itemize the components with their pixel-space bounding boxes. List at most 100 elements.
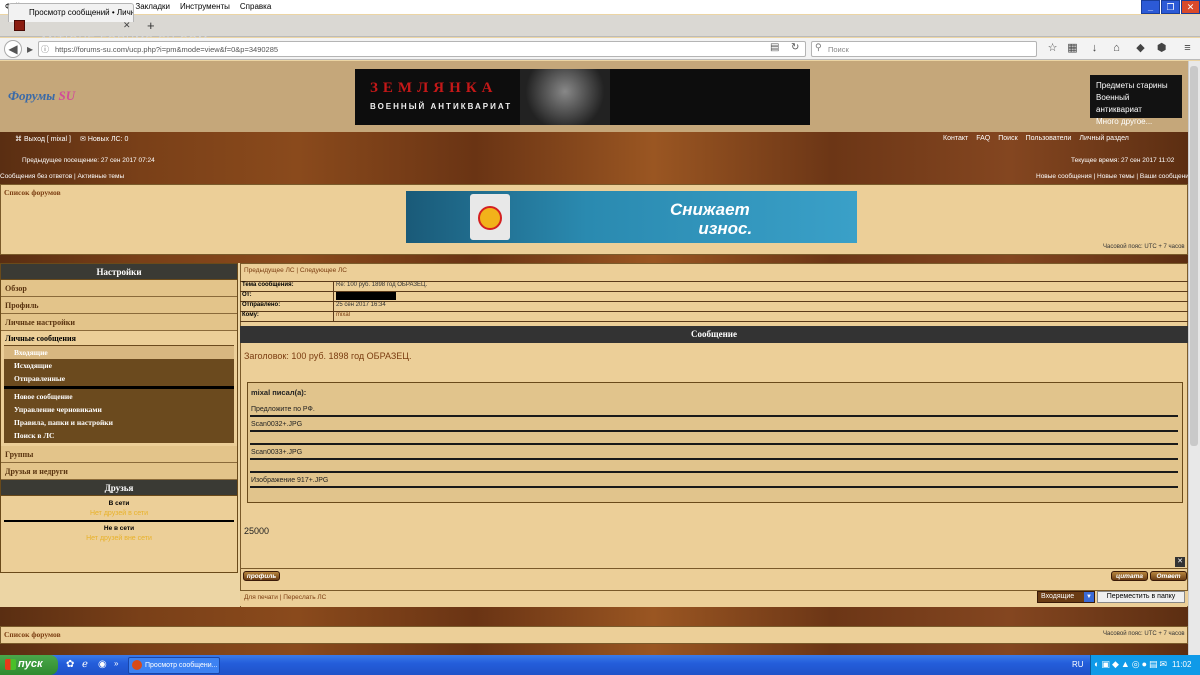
window-controls: _ ❐ ✕	[1141, 0, 1200, 15]
pm-sent[interactable]: Отправленные	[4, 372, 234, 385]
statue-image	[520, 69, 610, 125]
reload-icon[interactable]: ↻	[791, 42, 799, 53]
ucp-sidebar: Настройки Обзор Профиль Личные настройки…	[0, 263, 238, 573]
info-icon[interactable]: ⓘ	[41, 44, 49, 55]
search-icon: ⚲	[815, 42, 822, 52]
new-pm-link[interactable]: ✉ Новых ЛС: 0	[80, 135, 128, 143]
ie-icon[interactable]: ℯ	[82, 659, 88, 670]
print-forward-links[interactable]: Для печати | Переслать ЛС	[244, 594, 326, 601]
attachment-link[interactable]: Изображение 917+.JPG	[251, 477, 328, 484]
bottom-forum-bar	[0, 626, 1188, 644]
download-icon[interactable]: ↓	[1088, 42, 1101, 55]
reader-view-icon[interactable]: ▤	[770, 42, 779, 53]
new-tab-button[interactable]: +	[147, 18, 155, 33]
message-header: Сообщение	[240, 326, 1188, 343]
folder-select[interactable]: Входящие ▼	[1037, 591, 1095, 603]
wood-footer	[0, 644, 1188, 655]
bookmark-star-icon[interactable]: ☆	[1046, 42, 1059, 55]
firefox-icon[interactable]: ◉	[98, 659, 107, 670]
nav-contact[interactable]: Контакт	[943, 135, 968, 142]
url-bar[interactable]: https://forums-su.com/ucp.php?i=pm&mode=…	[38, 41, 806, 57]
site-logo[interactable]: Форумы SU	[8, 88, 75, 104]
browser-menu-bar: ФайлПравкаВидЖурналЗакладкиИнструментыСп…	[0, 0, 1200, 14]
attachment-link[interactable]: Scan0033+.JPG	[251, 449, 302, 456]
nav-profile[interactable]: Личный раздел	[1079, 135, 1129, 142]
chevron-down-icon: ▼	[1084, 592, 1094, 602]
quicklaunch-icon[interactable]: ✿	[66, 659, 74, 670]
scrollbar-thumb[interactable]	[1190, 66, 1198, 446]
forward-icon[interactable]: ▸	[22, 41, 38, 57]
nav-users[interactable]: Пользователи	[1026, 135, 1072, 142]
back-button[interactable]: ◀	[4, 40, 22, 58]
addon-icon[interactable]: ⬢	[1155, 42, 1168, 55]
friends-header: Друзья	[1, 480, 237, 496]
current-time: Текущее время: 27 сен 2017 11:02	[1071, 157, 1175, 164]
pm-inbox[interactable]: Входящие	[4, 346, 234, 359]
forum-list-link-bottom[interactable]: Список форумов	[4, 630, 61, 639]
quote-line: Предложите по РФ.	[251, 406, 315, 413]
top-nav-right: Контакт FAQ Поиск Пользователи Личный ра…	[943, 135, 1129, 142]
message-subject: Заголовок: 100 руб. 1898 год ОБРАЗЕЦ.	[244, 351, 412, 361]
timezone-bottom: Часовой пояс: UTC + 7 часов	[1103, 631, 1185, 637]
logout-link[interactable]: ⌘ Выход [ mixal ]	[15, 135, 71, 143]
quote-button[interactable]: цитата	[1111, 571, 1148, 581]
tray-icons[interactable]: ◐▣◆▲◎●▤✉	[1094, 659, 1169, 670]
browser-tab[interactable]: Просмотр сообщений • Личн...	[8, 3, 134, 22]
firefox-task-icon	[132, 660, 142, 670]
menu-tools[interactable]: Инструменты	[175, 0, 235, 11]
antique-ad[interactable]: Предметы старины Военный антиквариат Мно…	[1090, 75, 1182, 126]
pocket-icon[interactable]: ◆	[1134, 42, 1147, 55]
attachment-link[interactable]: Scan0032+.JPG	[251, 421, 302, 428]
oil-ad-text: Снижает износ.	[670, 200, 753, 238]
language-indicator[interactable]: RU	[1072, 660, 1084, 669]
library-icon[interactable]: ▦	[1066, 42, 1079, 55]
move-to-folder-button[interactable]: Переместить в папку	[1097, 591, 1185, 603]
sidebar-item-profile[interactable]: Профиль	[1, 297, 237, 314]
tab-close-icon[interactable]: ✕	[123, 20, 131, 31]
profile-button[interactable]: профиль	[243, 571, 280, 581]
sidebar-item-prefs[interactable]: Личные настройки	[1, 314, 237, 331]
oil-logo	[478, 206, 502, 230]
home-icon[interactable]: ⌂	[1110, 42, 1123, 55]
sidebar-item-overview[interactable]: Обзор	[1, 280, 237, 297]
pm-section-header[interactable]: Личные сообщения	[1, 331, 237, 345]
reply-button[interactable]: Ответ	[1150, 571, 1187, 581]
pm-options[interactable]: Правила, папки и настройки	[4, 416, 234, 429]
pm-drafts[interactable]: Управление черновиками	[4, 403, 234, 416]
online-label: В сети	[108, 500, 130, 507]
clock[interactable]: 11:02	[1172, 660, 1191, 669]
field-subject: Тема сообщения: Re: 100 руб. 1898 год ОБР…	[240, 282, 1188, 292]
menu-help[interactable]: Справка	[235, 0, 276, 11]
forum-list-link[interactable]: Список форумов	[4, 188, 61, 197]
hamburger-menu-icon[interactable]: ≡	[1181, 42, 1194, 55]
quote-author: mixal писал(а):	[251, 388, 307, 397]
menu-bookmarks[interactable]: Закладки	[130, 0, 175, 11]
quick-links-left[interactable]: Сообщения без ответов | Активные темы	[0, 173, 124, 180]
pm-compose[interactable]: Новое сообщение	[4, 390, 234, 403]
favicon-icon	[14, 20, 25, 31]
restore-button[interactable]: ❐	[1161, 0, 1180, 14]
pm-nav-links[interactable]: Предыдущее ЛС | Следующее ЛС	[244, 267, 347, 274]
nav-faq[interactable]: FAQ	[976, 135, 990, 142]
settings-header: Настройки	[1, 264, 237, 280]
pm-actions: Новое сообщение Управление черновиками П…	[4, 389, 234, 443]
sidebar-item-groups[interactable]: Группы	[1, 446, 237, 463]
search-input[interactable]: Поиск	[811, 41, 1037, 57]
ad-line: Предметы старины	[1096, 81, 1168, 90]
pm-outbox[interactable]: Исходящие	[4, 359, 234, 372]
banner-subtitle: ВОЕННЫЙ АНТИКВАРИАТ	[370, 102, 513, 111]
minimize-button[interactable]: _	[1141, 0, 1160, 14]
delete-icon[interactable]: ✕	[1175, 557, 1185, 567]
ad-line: Много другое...	[1096, 117, 1153, 126]
chevron-right-icon[interactable]: »	[114, 659, 118, 668]
pm-search[interactable]: Поиск в ЛС	[4, 429, 234, 442]
offline-empty: Нет друзей вне сети	[86, 535, 152, 542]
nav-search[interactable]: Поиск	[998, 135, 1017, 142]
close-window-button[interactable]: ✕	[1181, 0, 1200, 14]
field-from: От:	[240, 292, 1188, 302]
last-visit: Предыдущее посещение: 27 сен 2017 07:24	[22, 157, 155, 164]
pm-folders: Входящие Исходящие Отправленные	[4, 345, 234, 386]
wood-separator	[0, 255, 1188, 263]
sidebar-item-friends[interactable]: Друзья и недруги	[1, 463, 237, 480]
quick-links-right[interactable]: Новые сообщения | Новые темы | Ваши сооб…	[1036, 173, 1192, 180]
